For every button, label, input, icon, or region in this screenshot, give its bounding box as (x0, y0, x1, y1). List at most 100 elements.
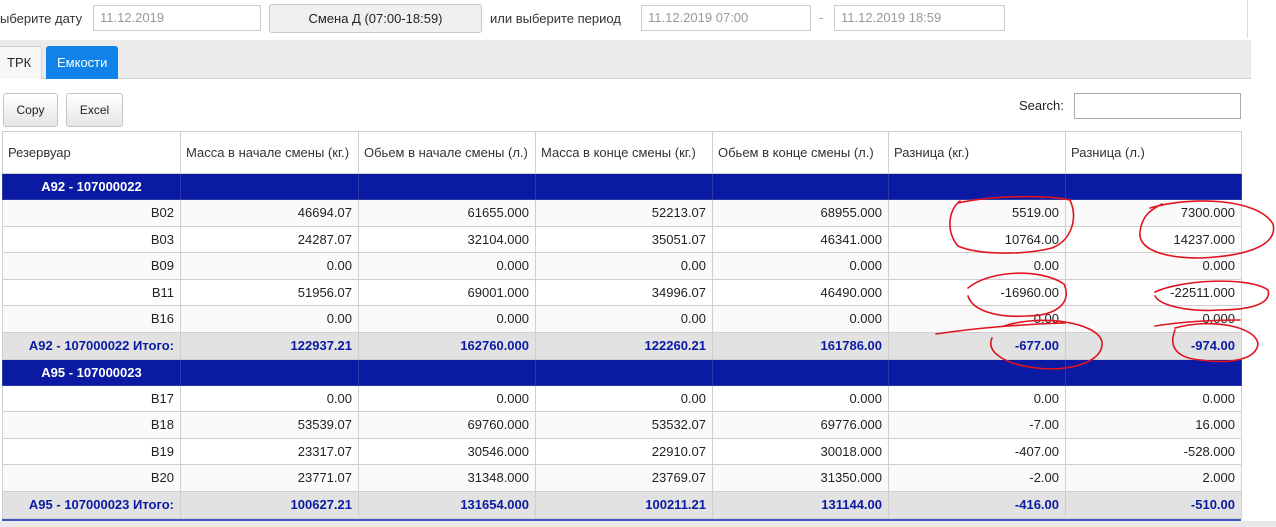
copy-button[interactable]: Copy (3, 93, 58, 127)
cell-diff-kg: -2.00 (888, 464, 1066, 492)
horizontal-scrollbar[interactable] (0, 521, 1276, 527)
total-mass-end: 122260.21 (535, 331, 713, 360)
group-header-cell (535, 173, 713, 200)
cell-volume-end: 30018.000 (712, 437, 889, 465)
total-diff-kg: -677.00 (888, 331, 1066, 360)
table-row[interactable]: В17 0.00 0.000 0.00 0.000 0.00 0.000 (2, 384, 1242, 412)
group-header-cell (712, 173, 889, 200)
cell-mass-end: 35051.07 (535, 225, 713, 253)
search-label: Search: (1019, 98, 1064, 113)
cell-diff-l: 2.000 (1065, 464, 1242, 492)
date-label: ыберите дату (0, 11, 83, 26)
total-label: А92 - 107000022 Итого: (2, 331, 181, 360)
period-label: или выберите период (490, 11, 621, 26)
group-header-cell (888, 358, 1066, 386)
cell-mass-start: 51956.07 (180, 278, 359, 306)
cell-diff-kg: 0.00 (888, 305, 1066, 333)
total-volume-start: 131654.000 (358, 490, 536, 519)
period-from-input[interactable]: 11.12.2019 07:00 (641, 5, 811, 31)
cell-mass-end: 0.00 (535, 384, 713, 412)
total-diff-kg: -416.00 (888, 490, 1066, 519)
cell-volume-end: 31350.000 (712, 464, 889, 492)
cell-mass-end: 34996.07 (535, 278, 713, 306)
table-row[interactable]: В16 0.00 0.000 0.00 0.000 0.00 0.000 (2, 305, 1242, 333)
col-header-mass-end[interactable]: Масса в конце смены (кг.) (535, 131, 713, 174)
cell-diff-l: 0.000 (1065, 384, 1242, 412)
col-header-diff-kg[interactable]: Разница (кг.) (888, 131, 1066, 174)
group-header-cell (358, 358, 536, 386)
cell-tank: В16 (2, 305, 181, 333)
table-row[interactable]: В11 51956.07 69001.000 34996.07 46490.000 -16… (2, 278, 1242, 306)
total-diff-l: -510.00 (1065, 490, 1242, 519)
cell-tank: В09 (2, 252, 181, 280)
group-name: А92 - 107000022 (2, 173, 181, 200)
total-mass-start: 122937.21 (180, 331, 359, 360)
cell-volume-end: 0.000 (712, 252, 889, 280)
cell-mass-start: 23771.07 (180, 464, 359, 492)
col-header-volume-start[interactable]: Обьем в начале смены (л.) (358, 131, 536, 174)
cell-diff-kg: 5519.00 (888, 199, 1066, 227)
cell-volume-start: 69001.000 (358, 278, 536, 306)
cell-tank: В02 (2, 199, 181, 227)
col-header-tank[interactable]: Резервуар (2, 131, 181, 174)
table-row[interactable]: В20 23771.07 31348.000 23769.07 31350.000 -2.… (2, 464, 1242, 492)
cell-mass-start: 0.00 (180, 384, 359, 412)
col-header-diff-l[interactable]: Разница (л.) (1065, 131, 1242, 174)
cell-tank: В17 (2, 384, 181, 412)
cell-mass-start: 46694.07 (180, 199, 359, 227)
cell-volume-start: 32104.000 (358, 225, 536, 253)
cell-diff-l: 7300.000 (1065, 199, 1242, 227)
shift-button[interactable]: Смена Д (07:00-18:59) (269, 4, 482, 33)
cell-diff-kg: -16960.00 (888, 278, 1066, 306)
group-header-cell (1065, 173, 1242, 200)
cell-volume-start: 0.000 (358, 305, 536, 333)
cell-tank: В03 (2, 225, 181, 253)
cell-volume-start: 31348.000 (358, 464, 536, 492)
cell-tank: В19 (2, 437, 181, 465)
total-volume-start: 162760.000 (358, 331, 536, 360)
table-header-row: Резервуар Масса в начале смены (кг.) Обь… (2, 131, 1242, 174)
cell-mass-end: 0.00 (535, 305, 713, 333)
cell-volume-end: 68955.000 (712, 199, 889, 227)
cell-volume-end: 46490.000 (712, 278, 889, 306)
table-row[interactable]: В02 46694.07 61655.000 52213.07 68955.000 551… (2, 199, 1242, 227)
group-header-cell (358, 173, 536, 200)
cell-mass-end: 23769.07 (535, 464, 713, 492)
total-volume-end: 131144.00 (712, 490, 889, 519)
cell-tank: В11 (2, 278, 181, 306)
cell-mass-start: 0.00 (180, 305, 359, 333)
group-header-row[interactable]: А95 - 107000023 (2, 358, 1242, 386)
group-header-cell (1065, 358, 1242, 386)
group-header-cell (712, 358, 889, 386)
group-header-cell (180, 173, 359, 200)
period-to-input[interactable]: 11.12.2019 18:59 (834, 5, 1005, 31)
cell-diff-kg: 10764.00 (888, 225, 1066, 253)
cell-volume-end: 0.000 (712, 384, 889, 412)
cell-diff-l: 14237.000 (1065, 225, 1242, 253)
table-row[interactable]: В09 0.00 0.000 0.00 0.000 0.00 0.000 (2, 252, 1242, 280)
tab-trk[interactable]: ТРК (0, 46, 43, 79)
group-header-cell (180, 358, 359, 386)
cell-tank: В18 (2, 411, 181, 439)
cell-diff-l: -22511.000 (1065, 278, 1242, 306)
cell-diff-l: 0.000 (1065, 252, 1242, 280)
group-header-row[interactable]: А92 - 107000022 (2, 173, 1242, 200)
divider (1247, 0, 1248, 38)
total-mass-end: 100211.21 (535, 490, 713, 519)
search-input[interactable] (1074, 93, 1241, 119)
excel-button[interactable]: Excel (66, 93, 123, 127)
cell-volume-start: 30546.000 (358, 437, 536, 465)
cell-mass-start: 23317.07 (180, 437, 359, 465)
group-header-cell (888, 173, 1066, 200)
table-row[interactable]: В03 24287.07 32104.000 35051.07 46341.000 107… (2, 225, 1242, 253)
tab-tanks[interactable]: Емкости (46, 46, 119, 79)
col-header-mass-start[interactable]: Масса в начале смены (кг.) (180, 131, 359, 174)
group-header-cell (535, 358, 713, 386)
date-input[interactable]: 11.12.2019 (93, 5, 261, 31)
table-row[interactable]: В19 23317.07 30546.000 22910.07 30018.000 -40… (2, 437, 1242, 465)
table-row[interactable]: В18 53539.07 69760.000 53532.07 69776.000 -7.… (2, 411, 1242, 439)
cell-mass-start: 24287.07 (180, 225, 359, 253)
cell-tank: В20 (2, 464, 181, 492)
col-header-volume-end[interactable]: Обьем в конце смены (л.) (712, 131, 889, 174)
cell-volume-end: 0.000 (712, 305, 889, 333)
